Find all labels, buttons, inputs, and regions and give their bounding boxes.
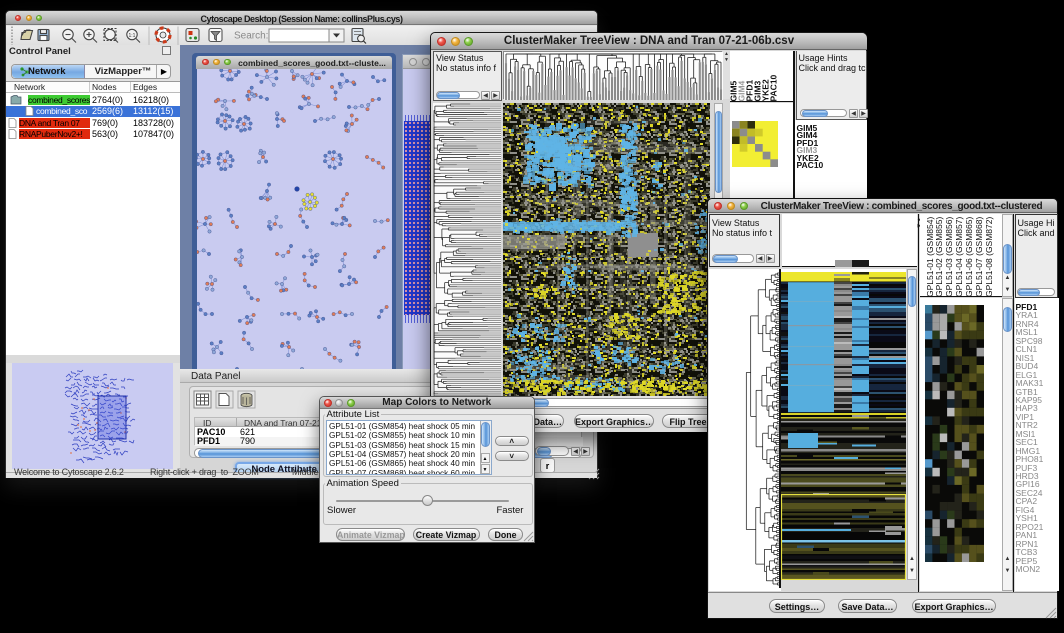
svg-text:1:1: 1:1 [129, 33, 136, 39]
svg-text:Search:: Search: [234, 31, 268, 42]
